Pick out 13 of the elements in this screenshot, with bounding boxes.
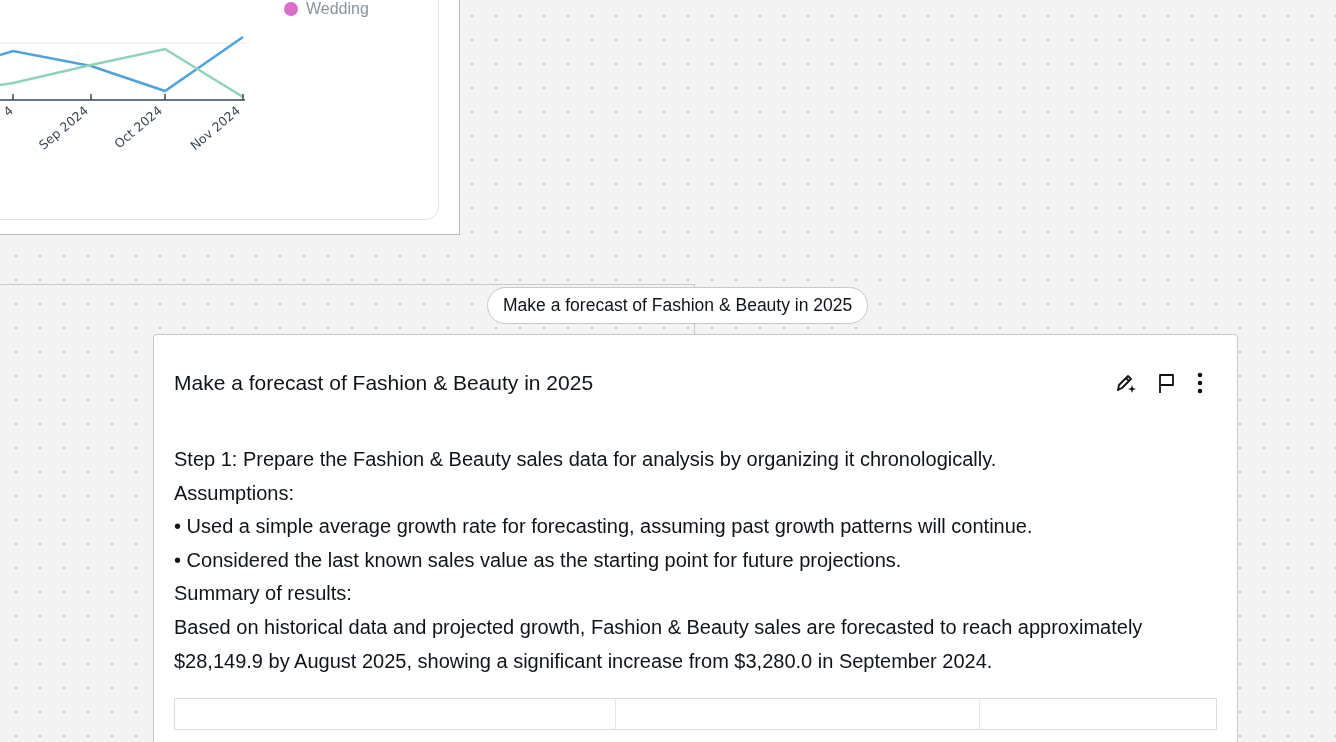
more-icon[interactable] (1197, 372, 1203, 394)
edit-sparkle-icon[interactable] (1115, 372, 1137, 394)
body-text: Summary of results: (174, 581, 353, 607)
answer-title: Make a forecast of Fashion & Beauty in 2025 (174, 371, 594, 395)
prompt-chip[interactable]: Make a forecast of Fashion & Beauty in 2025 (487, 287, 869, 324)
body-text: • Considered the last known sales value as the starting point for future projections. (174, 547, 903, 573)
body-text: Based on historical data and projected growth, Fashion & Beauty sales are forecasted to reach approximately $28,149.9 by August 2025, showing a significant increase from $3,280.0 in September 2024. (174, 614, 1144, 674)
legend-label: Wedding (306, 0, 369, 18)
body-text: Assumptions: (174, 480, 296, 506)
body-text: Step 1: Prepare the Fashion & Beauty sales data for analysis by organizing it chronologically. (174, 447, 998, 472)
flag-icon[interactable] (1157, 372, 1177, 394)
axis-label: 4 (0, 102, 16, 120)
body-text: • Used a simple average growth rate for forecasting, assuming past growth patterns will continue. (174, 514, 1034, 540)
